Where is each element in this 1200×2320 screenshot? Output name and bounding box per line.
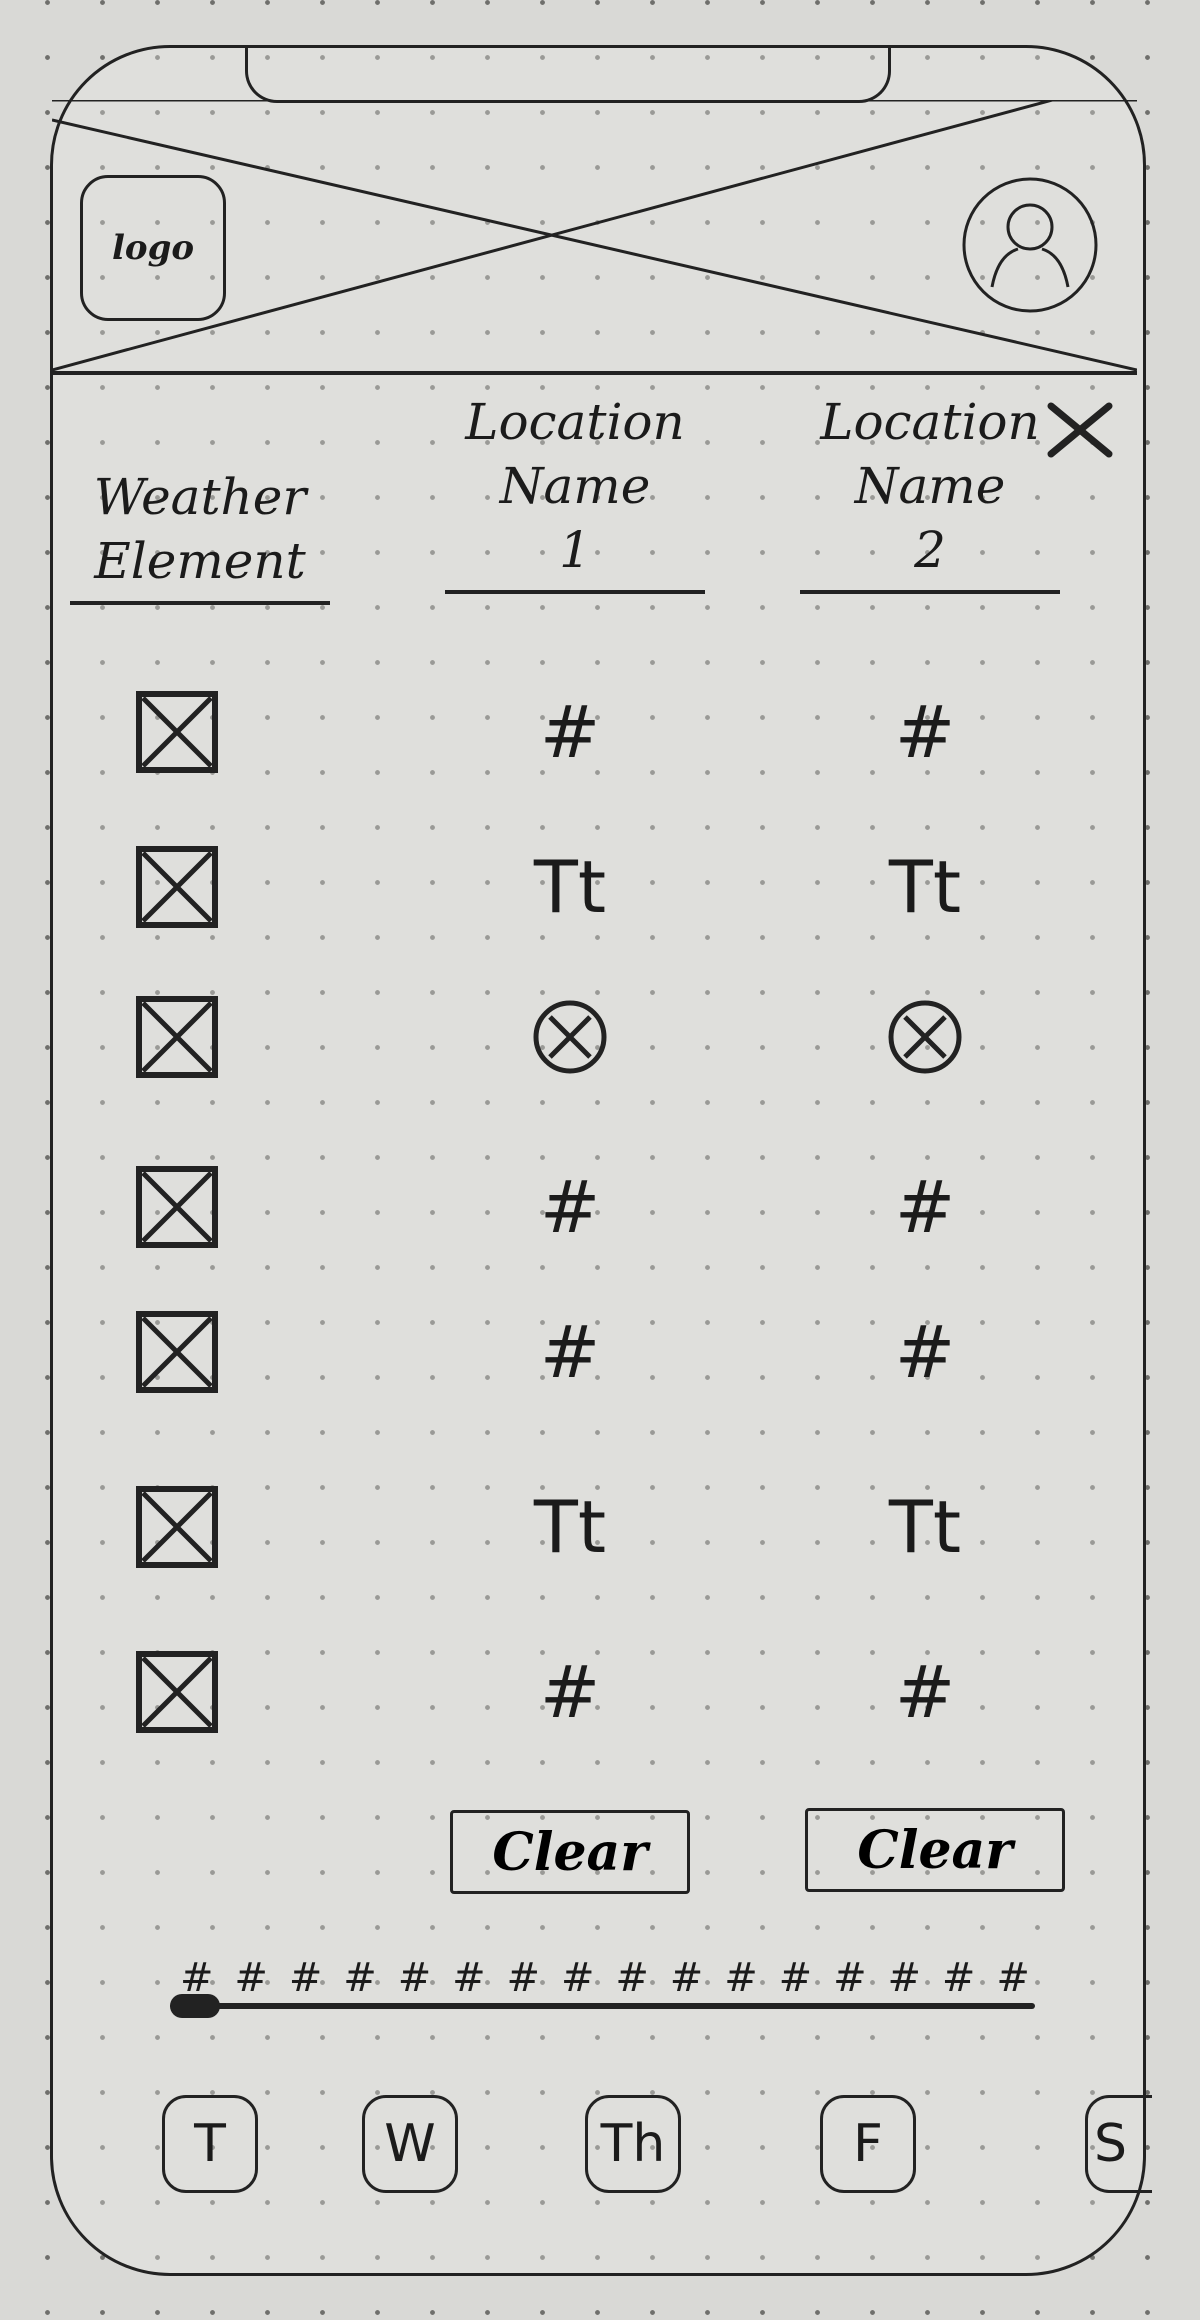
- day-button-w[interactable]: W: [362, 2095, 458, 2193]
- timeline-hour-label: #: [288, 1955, 323, 2001]
- weather-element-checkbox[interactable]: [135, 995, 219, 1079]
- timeline-hour-label: #: [941, 1955, 976, 2001]
- location-2-value: #: [894, 690, 956, 774]
- phone-notch: [245, 48, 891, 103]
- weather-element-checkbox[interactable]: [135, 845, 219, 929]
- timeline-hour-label: #: [833, 1955, 867, 2001]
- logo-label: logo: [111, 228, 195, 268]
- circle-x-icon: [528, 995, 612, 1079]
- location-2-value: Tt: [888, 845, 962, 929]
- day-button-f[interactable]: F: [820, 2095, 916, 2193]
- location-1-value: Tt: [533, 845, 607, 929]
- timeline-hour-label: #: [397, 1955, 432, 2001]
- location-1-header: Location Name 1: [445, 390, 705, 594]
- timeline-slider[interactable]: [170, 2003, 1035, 2009]
- day-button-th[interactable]: Th: [585, 2095, 681, 2193]
- location-1-value: #: [539, 690, 601, 774]
- clear-location-2-button[interactable]: Clear: [805, 1808, 1065, 1892]
- circle-x-icon: [883, 995, 967, 1079]
- location-2-value: #: [894, 1165, 956, 1249]
- day-button-t[interactable]: T: [162, 2095, 258, 2193]
- day-button-s[interactable]: S: [1085, 2095, 1152, 2193]
- weather-element-header: Weather Element: [70, 465, 330, 605]
- clear-location-1-button[interactable]: Clear: [450, 1810, 690, 1894]
- timeline-hour-label: #: [724, 1955, 758, 2001]
- timeline-slider-handle[interactable]: [170, 1994, 220, 2018]
- close-icon[interactable]: [1045, 400, 1115, 460]
- logo[interactable]: logo: [80, 175, 226, 321]
- weather-element-checkbox[interactable]: [135, 1485, 219, 1569]
- timeline-hour-label: #: [887, 1955, 921, 2001]
- phone-frame: [50, 45, 1146, 2276]
- timeline-hour-label: #: [452, 1955, 486, 2001]
- timeline-hour-labels: # # # # # # # # # # # # # # # #: [180, 1955, 1030, 2005]
- timeline-hour-label: #: [560, 1955, 595, 2001]
- timeline-hour-label: #: [343, 1955, 377, 2001]
- timeline-hour-label: #: [615, 1955, 649, 2001]
- timeline-hour-label: #: [996, 1955, 1030, 2001]
- weather-element-checkbox[interactable]: [135, 1650, 219, 1734]
- avatar[interactable]: [960, 175, 1100, 315]
- location-1-value: #: [539, 1650, 601, 1734]
- weather-element-checkbox[interactable]: [135, 1165, 219, 1249]
- location-2-value: Tt: [888, 1485, 962, 1569]
- weather-element-checkbox[interactable]: [135, 690, 219, 774]
- location-1-value: Tt: [533, 1485, 607, 1569]
- timeline-hour-label: #: [669, 1955, 704, 2001]
- timeline-hour-label: #: [778, 1955, 813, 2001]
- timeline-hour-label: #: [234, 1955, 268, 2001]
- location-2-header: Location Name 2: [800, 390, 1060, 594]
- location-2-value: #: [894, 1310, 956, 1394]
- user-icon: [962, 177, 1098, 313]
- location-1-value: #: [539, 1310, 601, 1394]
- weather-element-checkbox[interactable]: [135, 1310, 219, 1394]
- location-2-value: #: [894, 1650, 956, 1734]
- timeline-hour-label: #: [506, 1955, 541, 2001]
- location-1-value: #: [539, 1165, 601, 1249]
